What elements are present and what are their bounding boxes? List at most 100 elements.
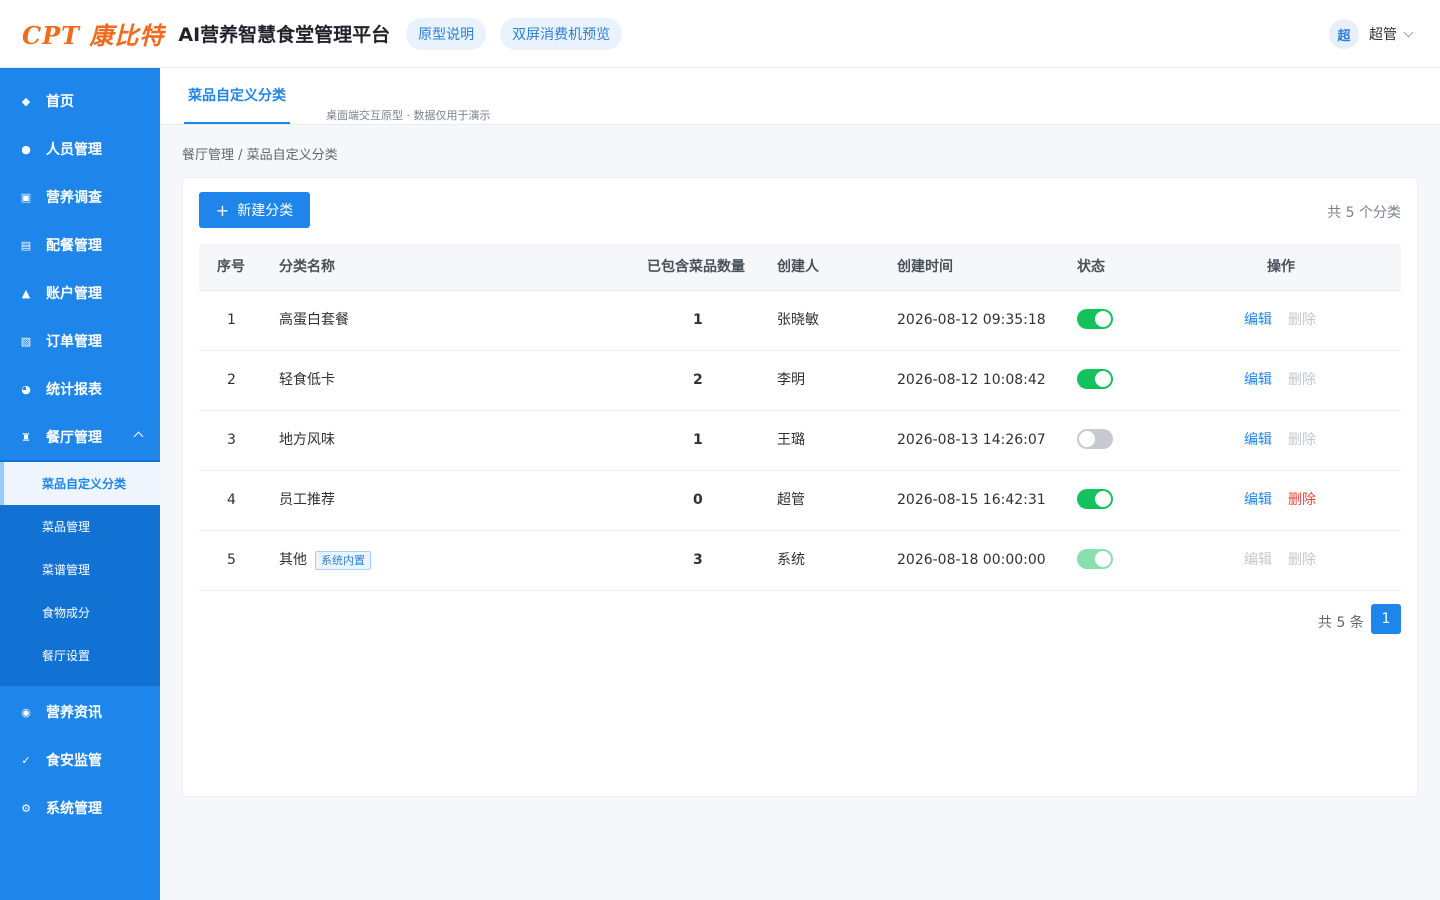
category-name: 其他 xyxy=(279,552,307,568)
submenu-item-dish-management[interactable]: 菜品管理 xyxy=(0,505,160,548)
sidebar: ◆ 首页 ● 人员管理 ▣ 营养调查 ▤ 配餐管理 ▲ 账户管理 ▧ 订单管理 … xyxy=(0,68,160,900)
sidebar-item-meal-plan[interactable]: ▤ 配餐管理 xyxy=(0,221,160,269)
column-header-creator: 创建人 xyxy=(777,259,819,275)
row-index: 1 xyxy=(227,312,236,328)
sidebar-item-label: 食安监管 xyxy=(46,753,102,769)
table-row: 5 其他 系统内置 3 系统 2026-08-18 00:00:00 编辑 删除 xyxy=(199,531,1401,591)
status-toggle[interactable] xyxy=(1077,369,1113,389)
avatar: 超 xyxy=(1329,19,1359,49)
row-index: 3 xyxy=(227,432,236,448)
home-icon: ◆ xyxy=(21,94,31,108)
dual-screen-preview-button[interactable]: 双屏消费机预览 xyxy=(500,17,623,50)
submenu-item-food-composition[interactable]: 食物成分 xyxy=(0,591,160,634)
new-category-label: 新建分类 xyxy=(237,203,294,219)
sidebar-item-news[interactable]: ◉ 营养资讯 xyxy=(0,688,160,736)
category-name: 员工推荐 xyxy=(279,492,335,508)
status-toggle[interactable] xyxy=(1077,489,1113,509)
column-header-status: 状态 xyxy=(1077,259,1105,275)
edit-button[interactable]: 编辑 xyxy=(1244,351,1272,410)
table-row: 3 地方风味 1 王璐 2026-08-13 14:26:07 编辑 删除 xyxy=(199,411,1401,471)
sidebar-item-orders[interactable]: ▧ 订单管理 xyxy=(0,317,160,365)
edit-button[interactable]: 编辑 xyxy=(1244,411,1272,470)
status-toggle[interactable] xyxy=(1077,309,1113,329)
row-index: 2 xyxy=(227,372,236,388)
status-toggle[interactable] xyxy=(1077,429,1113,449)
category-name: 地方风味 xyxy=(279,432,335,448)
row-dish-count: 3 xyxy=(693,552,703,568)
sidebar-item-label: 营养资讯 xyxy=(46,705,102,721)
table-header: 序号 分类名称 已包含菜品数量 创建人 创建时间 状态 操作 xyxy=(199,244,1401,291)
column-header-actions: 操作 xyxy=(1267,259,1295,275)
brand-logo[interactable]: CPT 康比特 xyxy=(22,16,164,51)
news-icon: ◉ xyxy=(21,705,31,719)
category-count: 共 5 个分类 xyxy=(1327,205,1401,221)
edit-button[interactable]: 编辑 xyxy=(1244,471,1272,530)
people-icon: ● xyxy=(21,142,31,156)
restaurant-icon: ♜ xyxy=(21,430,31,444)
row-created-at: 2026-08-18 00:00:00 xyxy=(897,552,1046,568)
sidebar-item-reports[interactable]: ◕ 统计报表 xyxy=(0,365,160,413)
new-category-button[interactable]: + 新建分类 xyxy=(199,192,310,228)
breadcrumb: 餐厅管理 / 菜品自定义分类 xyxy=(182,148,338,163)
sidebar-item-system[interactable]: ⚙ 系统管理 xyxy=(0,784,160,832)
tab-bar: 菜品自定义分类 桌面端交互原型 · 数据仅用于演示 xyxy=(160,68,1440,125)
row-dish-count: 1 xyxy=(693,312,703,328)
pagination-page-1[interactable]: 1 xyxy=(1371,604,1401,634)
column-header-created-at: 创建时间 xyxy=(897,259,953,275)
row-creator: 系统 xyxy=(777,552,805,568)
sidebar-item-account[interactable]: ▲ 账户管理 xyxy=(0,269,160,317)
row-dish-count: 0 xyxy=(693,492,703,508)
sidebar-item-label: 系统管理 xyxy=(46,801,102,817)
row-created-at: 2026-08-12 10:08:42 xyxy=(897,372,1046,388)
row-name: 员工推荐 xyxy=(279,471,335,530)
user-name: 超管 xyxy=(1369,27,1397,43)
submenu-item-restaurant-settings[interactable]: 餐厅设置 xyxy=(0,634,160,677)
sidebar-item-home[interactable]: ◆ 首页 xyxy=(0,77,160,125)
pagination-total: 共 5 条 xyxy=(1318,615,1364,631)
row-name: 地方风味 xyxy=(279,411,335,470)
sidebar-item-label: 营养调查 xyxy=(46,190,102,206)
submenu-item-recipe-management[interactable]: 菜谱管理 xyxy=(0,548,160,591)
edit-button[interactable]: 编辑 xyxy=(1244,291,1272,350)
row-creator: 超管 xyxy=(777,492,805,508)
sidebar-item-label: 账户管理 xyxy=(46,286,102,302)
food-safety-icon: ✓ xyxy=(21,753,31,767)
row-created-at: 2026-08-12 09:35:18 xyxy=(897,312,1046,328)
row-created-at: 2026-08-13 14:26:07 xyxy=(897,432,1046,448)
meal-plan-icon: ▤ xyxy=(20,238,32,252)
sidebar-item-label: 人员管理 xyxy=(46,142,102,158)
column-header-index: 序号 xyxy=(217,259,245,275)
row-dish-count: 1 xyxy=(693,432,703,448)
delete-button: 删除 xyxy=(1288,372,1316,388)
row-dish-count: 2 xyxy=(693,372,703,388)
row-created-at: 2026-08-15 16:42:31 xyxy=(897,492,1046,508)
category-name: 高蛋白套餐 xyxy=(279,312,349,328)
chevron-up-icon xyxy=(133,431,144,442)
row-creator: 张晓敏 xyxy=(777,312,819,328)
prototype-notes-button[interactable]: 原型说明 xyxy=(406,17,487,50)
column-header-name: 分类名称 xyxy=(279,259,335,275)
sidebar-item-label: 配餐管理 xyxy=(46,238,102,254)
system-icon: ⚙ xyxy=(21,801,31,815)
table-row: 2 轻食低卡 2 李明 2026-08-12 10:08:42 编辑 删除 xyxy=(199,351,1401,411)
sidebar-item-people[interactable]: ● 人员管理 xyxy=(0,125,160,173)
status-toggle xyxy=(1077,549,1113,569)
sidebar-item-survey[interactable]: ▣ 营养调查 xyxy=(0,173,160,221)
delete-button[interactable]: 删除 xyxy=(1288,471,1316,530)
submenu-item-dish-category[interactable]: 菜品自定义分类 xyxy=(0,462,160,505)
user-menu[interactable]: 超 超管 xyxy=(1329,18,1414,50)
tab-dish-category[interactable]: 菜品自定义分类 xyxy=(184,68,290,124)
sidebar-item-food-safety[interactable]: ✓ 食安监管 xyxy=(0,736,160,784)
top-header: CPT 康比特 AI营养智慧食堂管理平台 原型说明 双屏消费机预览 超 超管 xyxy=(0,0,1440,68)
category-name: 轻食低卡 xyxy=(279,372,335,388)
row-index: 5 xyxy=(227,552,236,568)
sidebar-item-restaurant[interactable]: ♜ 餐厅管理 xyxy=(0,413,160,461)
order-icon: ▧ xyxy=(20,334,32,348)
plus-icon: + xyxy=(215,200,230,220)
survey-icon: ▣ xyxy=(20,190,32,204)
category-card: + 新建分类 共 5 个分类 序号 分类名称 已包含菜品数量 创建人 创建时间 … xyxy=(182,177,1418,797)
account-icon: ▲ xyxy=(21,286,31,300)
restaurant-submenu: 菜品自定义分类 菜品管理 菜谱管理 食物成分 餐厅设置 xyxy=(0,460,160,686)
delete-button: 删除 xyxy=(1288,432,1316,448)
column-header-dish-count: 已包含菜品数量 xyxy=(647,259,745,275)
